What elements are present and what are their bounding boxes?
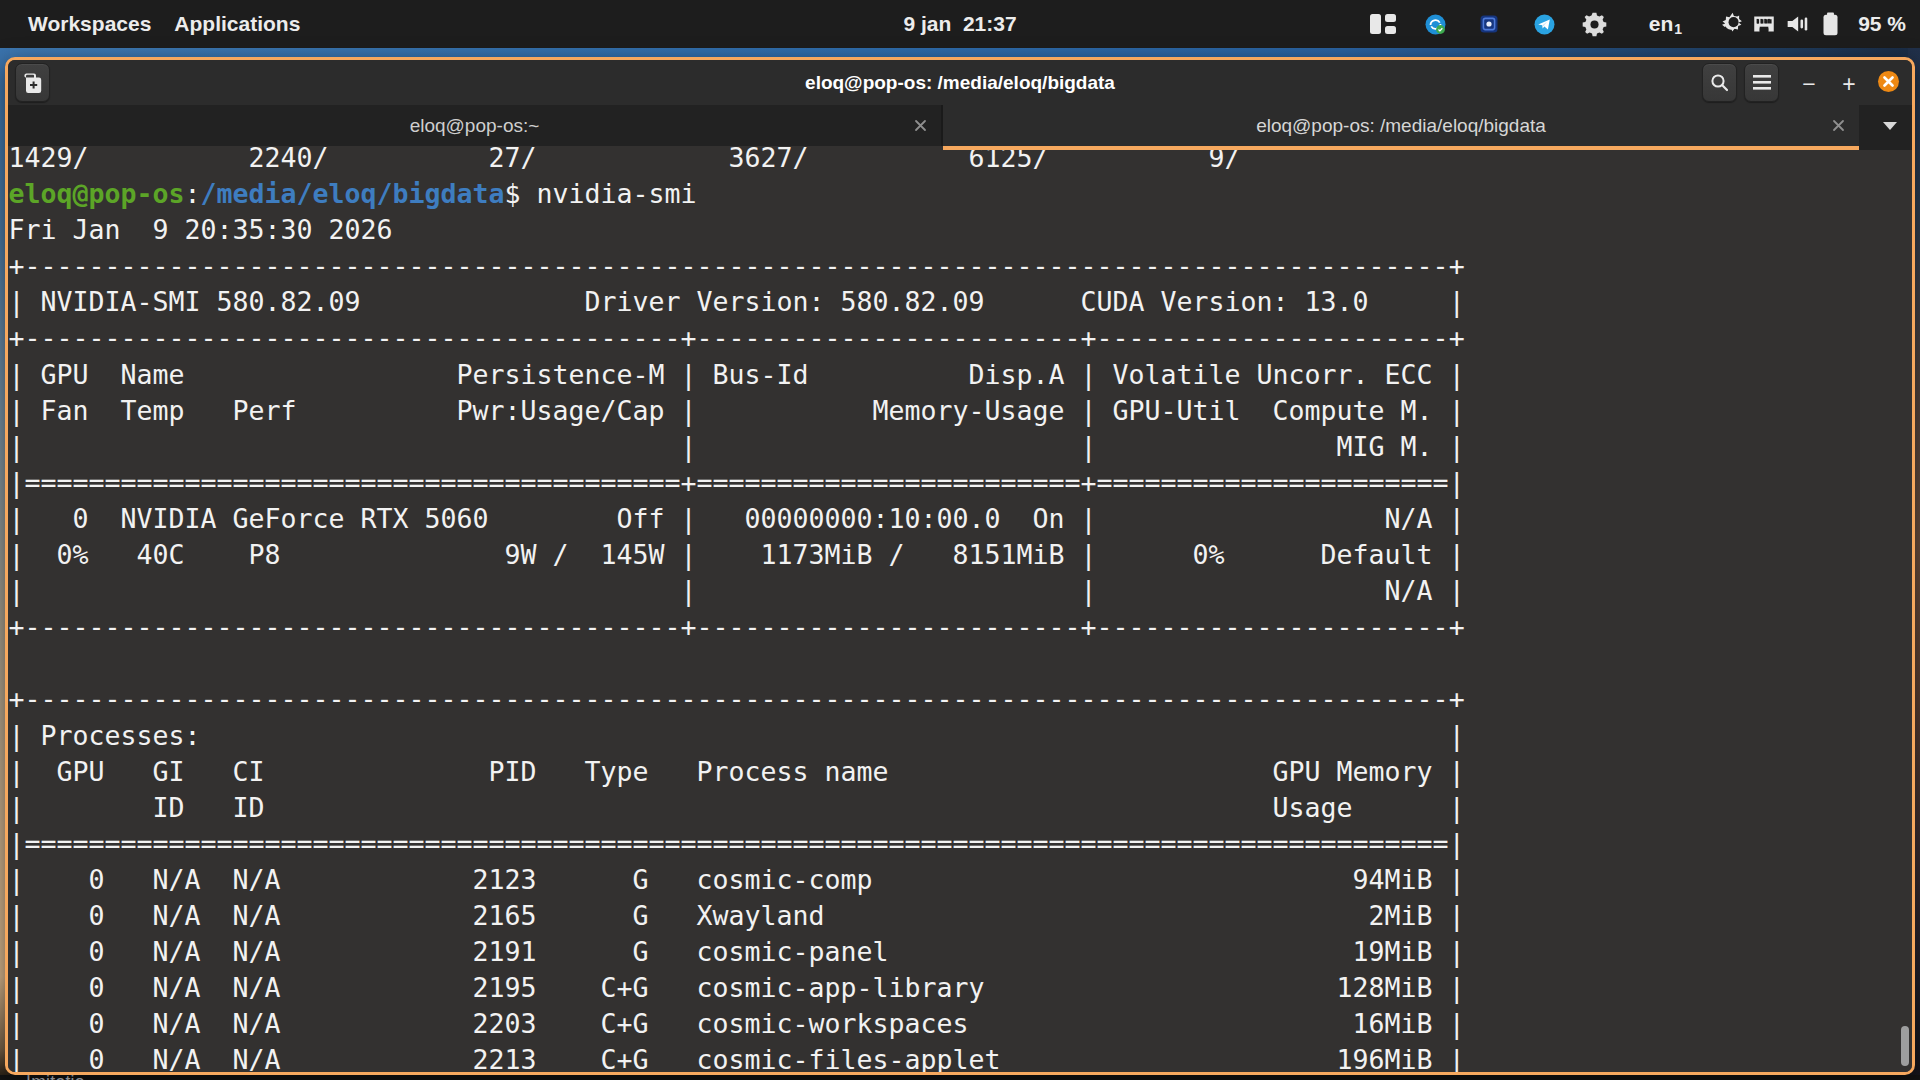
maximize-button[interactable]: +: [1831, 66, 1867, 102]
password-app-icon[interactable]: [1479, 0, 1499, 48]
tab-home-close-icon[interactable]: [911, 117, 929, 135]
keyboard-layout-index: 1: [1674, 21, 1682, 37]
tab-home[interactable]: eloq@pop-os:~: [8, 105, 941, 146]
tab-bigdata[interactable]: eloq@pop-os: /media/eloq/bigdata: [943, 105, 1859, 146]
chevron-underlay: [1859, 146, 1912, 150]
tab-list-dropdown[interactable]: [1859, 105, 1912, 146]
battery-icon[interactable]: [1817, 0, 1843, 48]
panel-menu-workspaces[interactable]: Workspaces: [28, 12, 151, 36]
tab-bigdata-label: eloq@pop-os: /media/eloq/bigdata: [1256, 115, 1546, 137]
window-titlebar[interactable]: eloq@pop-os: /media/eloq/bigdata − +: [8, 60, 1912, 105]
terminal-output: 1429/ 2240/ 27/ 3627/ 6125/ 9/ eloq@pop-…: [8, 146, 1465, 1072]
terminal-viewport[interactable]: 1429/ 2240/ 27/ 3627/ 6125/ 9/ eloq@pop-…: [8, 146, 1912, 1072]
active-tab-underline: [943, 146, 1859, 150]
tab-home-label: eloq@pop-os:~: [410, 115, 540, 137]
window-title: eloq@pop-os: /media/eloq/bigdata: [8, 60, 1912, 105]
panel-menu-applications[interactable]: Applications: [174, 12, 300, 36]
settings-gear-icon[interactable]: [1580, 0, 1608, 48]
close-icon: [1883, 76, 1894, 87]
battery-percent[interactable]: 95 %: [1846, 0, 1908, 48]
tiling-applet-icon[interactable]: [1368, 0, 1398, 48]
sync-client-icon[interactable]: [1424, 0, 1446, 48]
tab-bigdata-close-icon[interactable]: [1829, 117, 1847, 135]
new-tab-icon: [23, 73, 43, 93]
top-panel: Workspaces Applications 9 jan 21:37: [0, 0, 1920, 48]
hamburger-menu-icon: [1753, 75, 1771, 90]
minimize-button[interactable]: −: [1791, 66, 1827, 102]
terminal-scrollbar-thumb[interactable]: [1901, 1026, 1909, 1066]
new-tab-button[interactable]: [15, 63, 50, 102]
telegram-icon[interactable]: [1533, 0, 1555, 48]
chevron-down-icon: [1883, 122, 1897, 130]
search-button[interactable]: [1702, 63, 1737, 102]
search-icon: [1710, 73, 1729, 92]
wallpaper-bottom-strip: [0, 1075, 1920, 1080]
ethernet-icon[interactable]: [1750, 0, 1778, 48]
panel-clock[interactable]: 9 jan 21:37: [903, 0, 1016, 48]
volume-icon[interactable]: [1782, 0, 1812, 48]
terminal-window: eloq@pop-os: /media/eloq/bigdata − +: [5, 57, 1915, 1075]
night-light-icon[interactable]: [1716, 0, 1746, 48]
close-button[interactable]: [1878, 71, 1899, 92]
tab-bar: eloq@pop-os:~ eloq@pop-os: /media/eloq/b…: [8, 105, 1912, 146]
menu-button[interactable]: [1744, 63, 1779, 102]
keyboard-layout-indicator[interactable]: en1: [1645, 0, 1685, 48]
